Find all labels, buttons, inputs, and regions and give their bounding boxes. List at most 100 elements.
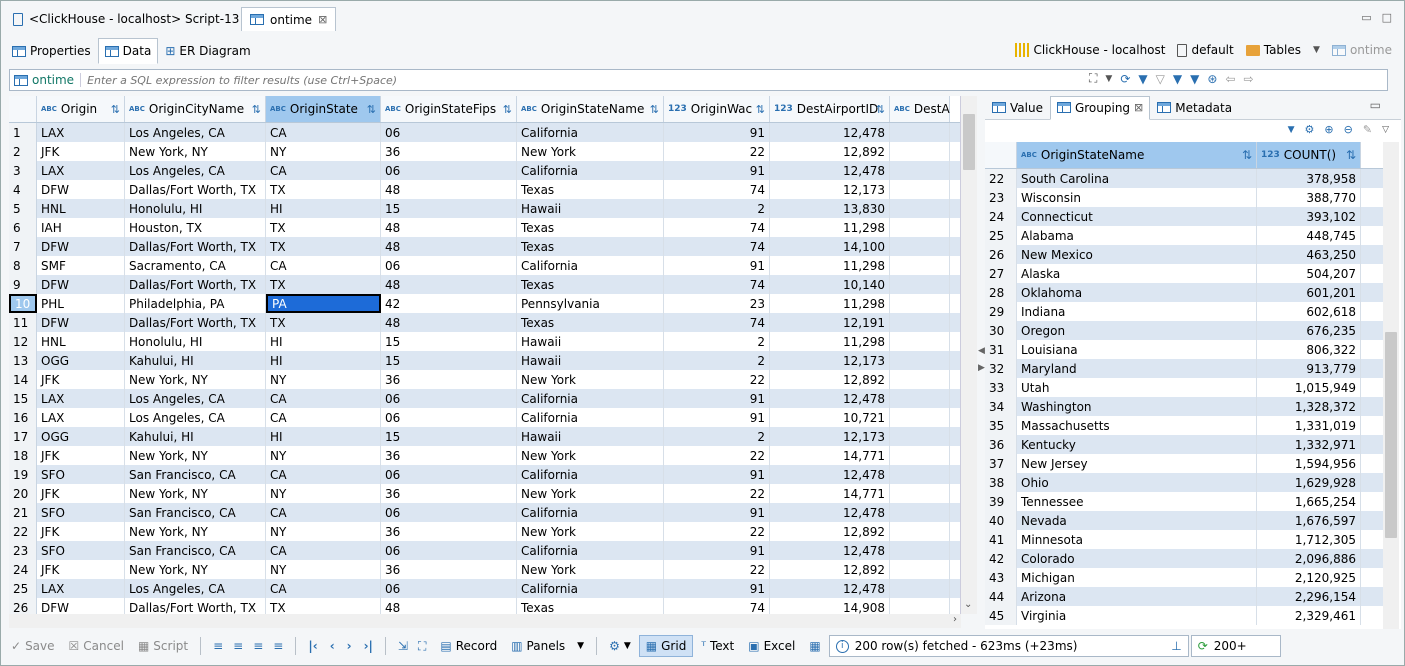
add-row-icon[interactable]: ≡ bbox=[233, 639, 243, 653]
grouping-row[interactable]: 41 Minnesota 1,712,305 bbox=[985, 530, 1383, 549]
table-cell[interactable]: Kahului, HI bbox=[125, 427, 266, 446]
table-cell[interactable]: HI bbox=[266, 351, 381, 370]
table-cell[interactable]: New York, NY bbox=[125, 370, 266, 389]
table-cell[interactable]: SFO bbox=[37, 503, 125, 522]
table-row[interactable]: 9 DFW Dallas/Fort Worth, TX TX 48 Texas 74 10,1… bbox=[9, 275, 960, 294]
table-cell[interactable]: 74 bbox=[664, 218, 770, 237]
table-cell[interactable]: HI bbox=[266, 427, 381, 446]
table-cell[interactable]: New York bbox=[517, 446, 664, 465]
table-cell[interactable]: 15 bbox=[381, 332, 517, 351]
table-cell[interactable]: SMF bbox=[37, 256, 125, 275]
table-cell[interactable]: 74 bbox=[664, 598, 770, 614]
table-cell[interactable]: 12,173 bbox=[770, 351, 890, 370]
table-row[interactable]: 17 OGG Kahului, HI HI 15 Hawaii 2 12,173 bbox=[9, 427, 960, 446]
grouping-column-header[interactable]: 123 COUNT() ⇅ bbox=[1257, 142, 1361, 168]
table-cell[interactable]: New York bbox=[517, 560, 664, 579]
table-cell[interactable]: Washington bbox=[1017, 397, 1257, 416]
sort-filter-icon[interactable]: ⇅ bbox=[367, 103, 376, 116]
column-header-origin[interactable]: ABC Origin ⇅ bbox=[37, 96, 125, 122]
table-cell[interactable]: DFW bbox=[37, 598, 125, 614]
table-cell[interactable]: 91 bbox=[664, 408, 770, 427]
table-cell[interactable]: South Carolina bbox=[1017, 169, 1257, 188]
table-cell[interactable]: Sacramento, CA bbox=[125, 256, 266, 275]
refresh-icon[interactable]: ⟳ bbox=[1120, 72, 1130, 86]
table-cell[interactable]: 602,618 bbox=[1257, 302, 1361, 321]
table-cell[interactable] bbox=[890, 199, 950, 218]
grouping-row[interactable]: 32 Maryland 913,779 bbox=[985, 359, 1383, 378]
clear-icon[interactable]: ✎ bbox=[1363, 123, 1372, 136]
maximize-icon[interactable]: □ bbox=[1382, 11, 1392, 24]
sort-filter-icon[interactable]: ⇅ bbox=[252, 103, 261, 116]
table-cell[interactable]: 10,721 bbox=[770, 408, 890, 427]
next-icon[interactable]: › bbox=[347, 639, 352, 653]
table-cell[interactable]: PA bbox=[266, 294, 381, 313]
table-cell[interactable]: 06 bbox=[381, 579, 517, 598]
table-cell[interactable]: JFK bbox=[37, 522, 125, 541]
table-cell[interactable]: 22 bbox=[664, 522, 770, 541]
calc-button[interactable]: ▦ bbox=[803, 635, 826, 657]
last-page-icon[interactable]: ›| bbox=[364, 639, 373, 653]
table-cell[interactable]: HNL bbox=[37, 332, 125, 351]
table-cell[interactable]: Texas bbox=[517, 275, 664, 294]
table-row[interactable]: 2 JFK New York, NY NY 36 New York 22 12,892 bbox=[9, 142, 960, 161]
table-cell[interactable]: 393,102 bbox=[1257, 207, 1361, 226]
grouping-row[interactable]: 22 South Carolina 378,958 bbox=[985, 169, 1383, 188]
table-cell[interactable]: Texas bbox=[517, 237, 664, 256]
table-cell[interactable]: Texas bbox=[517, 218, 664, 237]
table-cell[interactable]: Dallas/Fort Worth, TX bbox=[125, 598, 266, 614]
table-cell[interactable]: NY bbox=[266, 142, 381, 161]
grouping-row[interactable]: 24 Connecticut 393,102 bbox=[985, 207, 1383, 226]
table-row[interactable]: 25 LAX Los Angeles, CA CA 06 California 91 12,4… bbox=[9, 579, 960, 598]
table-cell[interactable]: Honolulu, HI bbox=[125, 199, 266, 218]
table-cell[interactable]: California bbox=[517, 161, 664, 180]
grouping-row[interactable]: 27 Alaska 504,207 bbox=[985, 264, 1383, 283]
pin-icon[interactable]: ⊥ bbox=[1171, 639, 1181, 653]
grouping-row[interactable]: 38 Ohio 1,629,928 bbox=[985, 473, 1383, 492]
table-cell[interactable]: Los Angeles, CA bbox=[125, 123, 266, 142]
table-row[interactable]: 7 DFW Dallas/Fort Worth, TX TX 48 Texas 74 14,1… bbox=[9, 237, 960, 256]
column-header-destairportid[interactable]: 123 DestAirportID ⇅ bbox=[770, 96, 890, 122]
maximize-filter-icon[interactable]: ⛶ bbox=[1089, 71, 1097, 86]
table-cell[interactable]: NY bbox=[266, 446, 381, 465]
table-cell[interactable]: 676,235 bbox=[1257, 321, 1361, 340]
grouping-row[interactable]: 31 Louisiana 806,322 bbox=[985, 340, 1383, 359]
table-cell[interactable]: Dallas/Fort Worth, TX bbox=[125, 180, 266, 199]
table-cell[interactable]: Arizona bbox=[1017, 587, 1257, 606]
table-cell[interactable]: California bbox=[517, 579, 664, 598]
table-cell[interactable] bbox=[890, 180, 950, 199]
table-cell[interactable]: 06 bbox=[381, 541, 517, 560]
filter-save-icon[interactable]: ▼ bbox=[1173, 72, 1182, 86]
table-cell[interactable]: 91 bbox=[664, 541, 770, 560]
grouping-row[interactable]: 45 Virginia 2,329,461 bbox=[985, 606, 1383, 625]
database-selector[interactable]: default bbox=[1177, 43, 1234, 57]
table-cell[interactable]: Alabama bbox=[1017, 226, 1257, 245]
table-cell[interactable]: Oregon bbox=[1017, 321, 1257, 340]
table-cell[interactable]: California bbox=[517, 256, 664, 275]
table-cell[interactable]: 91 bbox=[664, 465, 770, 484]
table-row[interactable]: 15 LAX Los Angeles, CA CA 06 California 91 12,4… bbox=[9, 389, 960, 408]
table-cell[interactable]: Texas bbox=[517, 598, 664, 614]
table-cell[interactable]: Hawaii bbox=[517, 351, 664, 370]
navigate-icon[interactable]: ⊛ bbox=[1207, 72, 1217, 86]
table-cell[interactable]: LAX bbox=[37, 579, 125, 598]
table-cell[interactable]: 91 bbox=[664, 123, 770, 142]
grouping-vertical-scrollbar[interactable] bbox=[1383, 142, 1399, 629]
table-cell[interactable]: 2,096,886 bbox=[1257, 549, 1361, 568]
table-cell[interactable] bbox=[890, 256, 950, 275]
table-cell[interactable]: 12,478 bbox=[770, 123, 890, 142]
tab-er-diagram[interactable]: ⊞ ER Diagram bbox=[158, 38, 257, 64]
filter-clear-icon[interactable]: ▽ bbox=[1156, 72, 1165, 86]
table-cell[interactable]: 10,140 bbox=[770, 275, 890, 294]
sort-filter-icon[interactable]: ⇅ bbox=[503, 103, 512, 116]
table-cell[interactable]: Los Angeles, CA bbox=[125, 389, 266, 408]
table-cell[interactable]: 15 bbox=[381, 199, 517, 218]
sort-filter-icon[interactable]: ⇅ bbox=[111, 103, 120, 116]
add-column-icon[interactable]: ⊕ bbox=[1324, 123, 1333, 136]
table-cell[interactable]: Hawaii bbox=[517, 332, 664, 351]
column-header-originstatefips[interactable]: ABC OriginStateFips ⇅ bbox=[381, 96, 517, 122]
table-cell[interactable]: DFW bbox=[37, 313, 125, 332]
grouping-grid[interactable]: ABC OriginStateName ⇅ 123 COUNT() ⇅ 22 South C… bbox=[985, 142, 1383, 629]
grid-view-button[interactable]: ▦ Grid bbox=[638, 635, 694, 657]
grouping-row[interactable]: 33 Utah 1,015,949 bbox=[985, 378, 1383, 397]
tab-script-13[interactable]: <ClickHouse - localhost> Script-13 bbox=[5, 7, 247, 31]
